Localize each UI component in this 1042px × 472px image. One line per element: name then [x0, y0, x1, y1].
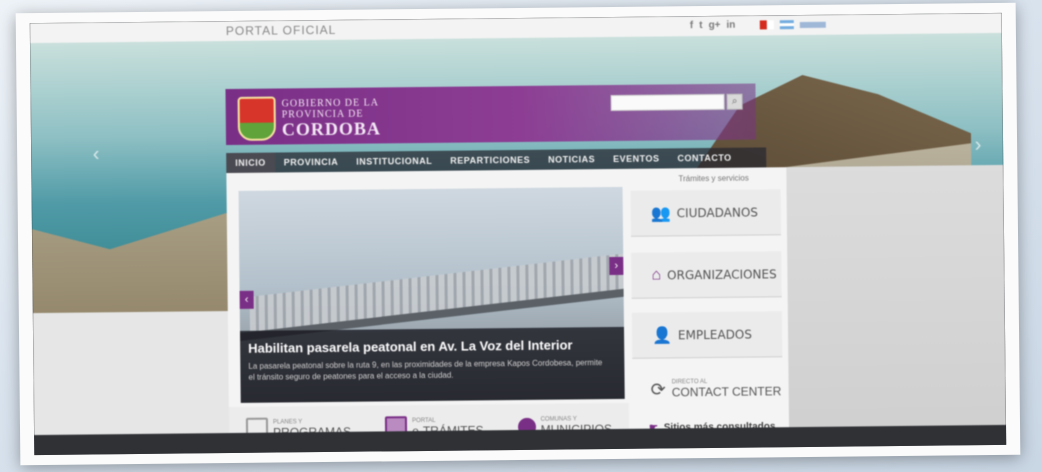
logo-line-3: CORDOBA: [281, 118, 382, 140]
organizaciones-button[interactable]: ⌂ ORGANIZACIONES: [631, 251, 782, 299]
tramites-link[interactable]: Trámites y servicios: [678, 174, 748, 184]
people-icon: 👥: [650, 204, 671, 223]
nav-item-provincia[interactable]: PROVINCIA: [275, 152, 348, 173]
province-shield-icon[interactable]: [237, 96, 277, 141]
contact-big: CONTACT CENTER: [671, 384, 782, 400]
social-links: f t g+ in: [690, 20, 736, 31]
nav-item-contacto[interactable]: CONTACTO: [668, 148, 740, 169]
twitter-icon[interactable]: t: [699, 20, 702, 31]
employees-icon: 👤: [651, 326, 673, 345]
linkedin-icon[interactable]: in: [726, 20, 735, 31]
refresh-icon: ⟳: [650, 378, 666, 400]
hero-next-arrow-icon[interactable]: ›: [971, 133, 985, 157]
photo-frame: PORTAL OFICIAL f t g+ in ‹ › GOBIERNO DE…: [15, 2, 1021, 466]
slider-body: La pasarela peatonal sobre la ruta 9, en…: [248, 358, 603, 382]
slider-caption: Habilitan pasarela peatonal en Av. La Vo…: [239, 326, 625, 403]
logo-line-1: GOBIERNO DE LA: [281, 97, 380, 110]
monitor-screen: PORTAL OFICIAL f t g+ in ‹ › GOBIERNO DE…: [29, 12, 1007, 456]
content-card: Trámites y servicios Habilitan pasarela …: [226, 167, 790, 454]
nav-item-eventos[interactable]: EVENTOS: [604, 148, 669, 169]
website: PORTAL OFICIAL f t g+ in ‹ › GOBIERNO DE…: [29, 12, 1007, 456]
facebook-icon[interactable]: f: [690, 20, 693, 31]
nav-item-institucional[interactable]: INSTITUCIONAL: [347, 151, 441, 172]
organizaciones-label: ORGANIZACIONES: [667, 266, 777, 282]
slider-prev-icon[interactable]: ‹: [239, 290, 254, 309]
search-icon[interactable]: ⌕: [726, 93, 743, 110]
empleados-button[interactable]: 👤 EMPLEADOS: [631, 311, 783, 359]
right-background: [786, 164, 1007, 448]
slider-next-icon[interactable]: ›: [609, 256, 624, 276]
ciudadanos-button[interactable]: 👥 CIUDADANOS: [630, 189, 782, 237]
language-bar[interactable]: [799, 21, 826, 29]
header-banner: GOBIERNO DE LA PROVINCIA DE CORDOBA: [225, 83, 757, 146]
nav-item-noticias[interactable]: NOTICIAS: [539, 149, 604, 170]
argentina-flag-icon: [779, 20, 794, 30]
news-slider[interactable]: Habilitan pasarela peatonal en Av. La Vo…: [238, 186, 625, 403]
portal-title: PORTAL OFICIAL: [225, 22, 337, 39]
nav-item-inicio[interactable]: INICIO: [226, 152, 275, 174]
ciudadanos-label: CIUDADANOS: [676, 204, 758, 220]
flags: [759, 20, 826, 30]
hero-prev-arrow-icon[interactable]: ‹: [89, 142, 103, 166]
slider-headline[interactable]: Habilitan pasarela peatonal en Av. La Vo…: [248, 337, 572, 355]
empleados-label: EMPLEADOS: [677, 327, 753, 342]
googleplus-icon[interactable]: g+: [708, 20, 720, 31]
cordoba-flag-icon: [759, 20, 774, 30]
contact-center-button[interactable]: ⟳ DIRECTO AL CONTACT CENTER: [632, 367, 782, 411]
buildings-icon: ⌂: [651, 266, 662, 284]
nav-item-reparticiones[interactable]: REPARTICIONES: [441, 150, 539, 171]
search-input[interactable]: [610, 93, 725, 112]
monitor-bezel: [34, 424, 1007, 456]
